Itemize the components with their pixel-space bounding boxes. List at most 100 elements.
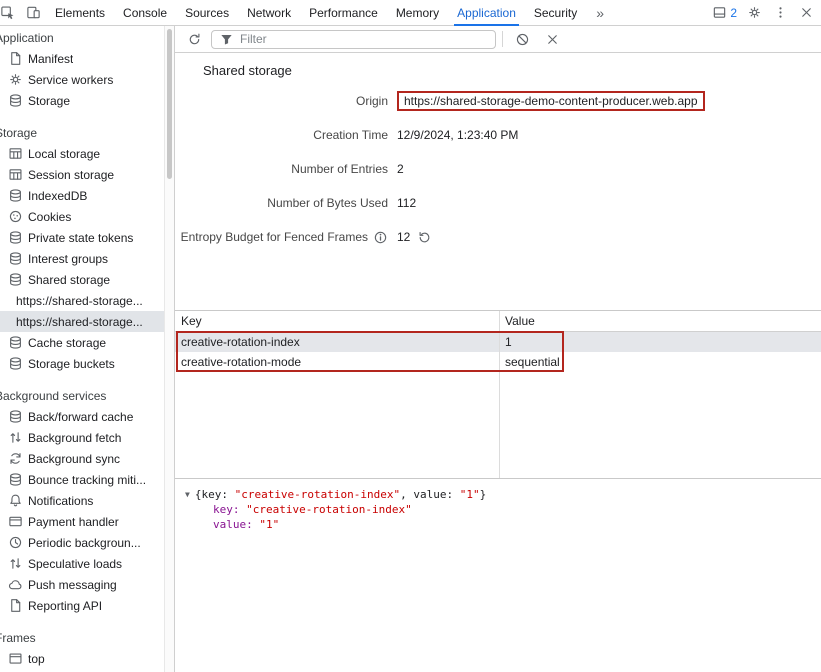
card-icon [7, 514, 23, 530]
sidebar-item-storage-buckets[interactable]: Storage buckets [0, 353, 164, 374]
document-icon [7, 598, 23, 614]
tab-elements[interactable]: Elements [46, 0, 114, 25]
sidebar-item-label: Reporting API [28, 599, 102, 613]
field-label: Creation Time [175, 128, 388, 142]
column-resize-divider[interactable] [499, 311, 500, 478]
sidebar-item-local-storage[interactable]: Local storage [0, 143, 164, 164]
sidebar-item-interest-groups[interactable]: Interest groups [0, 248, 164, 269]
database-icon [7, 272, 23, 288]
sidebar-section-application: Application [0, 28, 164, 48]
scrollbar-thumb[interactable] [167, 29, 172, 179]
tab-label: Memory [396, 6, 439, 20]
sidebar-item-background-fetch[interactable]: Background fetch [0, 427, 164, 448]
sync-icon [7, 451, 23, 467]
field-value-text: 2 [397, 162, 404, 176]
cell-value: sequential [499, 352, 821, 372]
sidebar-item-label: Session storage [28, 168, 114, 182]
entries-datagrid: Key Value creative-rotation-index1creati… [175, 310, 821, 478]
sidebar-section-background-services: Background services [0, 386, 164, 406]
field-label-text: Number of Bytes Used [267, 196, 388, 210]
field-value: 2 [397, 162, 404, 176]
grid-row[interactable]: creative-rotation-index1 [175, 332, 821, 352]
sidebar-item-indexeddb[interactable]: IndexedDB [0, 185, 164, 206]
kebab-menu-icon[interactable] [767, 0, 793, 25]
refresh-icon[interactable] [181, 27, 207, 52]
sidebar-item-shared-storage[interactable]: Shared storage [0, 269, 164, 290]
tab-label: Security [534, 6, 577, 20]
sidebar-item-service-workers[interactable]: Service workers [0, 69, 164, 90]
inspect-element-icon[interactable] [0, 0, 20, 25]
reset-icon[interactable] [416, 229, 432, 245]
sidebar-item-https-shared-storage[interactable]: https://shared-storage... [0, 311, 164, 332]
tab-memory[interactable]: Memory [387, 0, 448, 25]
tab-console[interactable]: Console [114, 0, 176, 25]
sidebar-item-cache-storage[interactable]: Cache storage [0, 332, 164, 353]
sidebar-section-storage: Storage [0, 123, 164, 143]
application-sidebar: ApplicationManifestService workersStorag… [0, 26, 164, 672]
sidebar-item-speculative-loads[interactable]: Speculative loads [0, 553, 164, 574]
tab-performance[interactable]: Performance [300, 0, 387, 25]
column-header-key[interactable]: Key [175, 311, 499, 331]
settings-gear-icon[interactable] [741, 0, 767, 25]
device-toolbar-icon[interactable] [20, 0, 46, 25]
sidebar-item-manifest[interactable]: Manifest [0, 48, 164, 69]
sidebar-item-back-forward-cache[interactable]: Back/forward cache [0, 406, 164, 427]
sidebar-item-push-messaging[interactable]: Push messaging [0, 574, 164, 595]
sidebar-item-payment-handler[interactable]: Payment handler [0, 511, 164, 532]
sidebar-item-label: IndexedDB [28, 189, 87, 203]
tab-application[interactable]: Application [448, 0, 525, 25]
field-label: Origin [175, 94, 388, 108]
delete-selected-icon[interactable] [539, 27, 565, 52]
database-icon [7, 230, 23, 246]
tab-label: Application [457, 6, 516, 20]
grid-row[interactable]: creative-rotation-modesequential [175, 352, 821, 372]
sidebar-item-bounce-tracking-miti[interactable]: Bounce tracking miti... [0, 469, 164, 490]
filter-input[interactable]: Filter [211, 30, 496, 49]
more-panels-button[interactable]: » [586, 5, 614, 21]
expander-triangle-icon[interactable]: ▼ [185, 487, 190, 502]
service-worker-icon [7, 72, 23, 88]
tab-network[interactable]: Network [238, 0, 300, 25]
report-field-number-of-entries: Number of Entries2 [175, 159, 821, 179]
sidebar-item-cookies[interactable]: Cookies [0, 206, 164, 227]
cloud-icon [7, 577, 23, 593]
sidebar-item-label: Background fetch [28, 431, 121, 445]
toolbar-separator [502, 31, 503, 47]
sidebar-item-top[interactable]: top [0, 648, 164, 669]
close-devtools-icon[interactable] [793, 0, 819, 25]
entry-preview-pane: ▼{key: "creative-rotation-index", value:… [175, 478, 821, 672]
clear-all-icon[interactable] [509, 27, 535, 52]
panel-toolbar: Filter [175, 26, 821, 53]
database-icon [7, 356, 23, 372]
field-value: 12/9/2024, 1:23:40 PM [397, 128, 518, 142]
sidebar-scrollbar[interactable] [164, 26, 175, 672]
sidebar-item-private-state-tokens[interactable]: Private state tokens [0, 227, 164, 248]
console-drawer-badge[interactable]: 2 [709, 0, 737, 25]
tabbar-right-controls: 2 [709, 0, 821, 25]
sidebar-item-session-storage[interactable]: Session storage [0, 164, 164, 185]
tab-security[interactable]: Security [525, 0, 586, 25]
cookie-icon [7, 209, 23, 225]
sidebar-item-notifications[interactable]: Notifications [0, 490, 164, 511]
field-label: Number of Bytes Used [175, 196, 388, 210]
field-value-text: 12 [397, 230, 410, 244]
sidebar-item-periodic-backgroun[interactable]: Periodic backgroun... [0, 532, 164, 553]
field-value-text: https://shared-storage-demo-content-prod… [397, 91, 705, 111]
cell-value: 1 [499, 332, 821, 352]
property-name: value: [213, 518, 259, 531]
sidebar-item-storage[interactable]: Storage [0, 90, 164, 111]
column-header-value[interactable]: Value [499, 311, 821, 331]
field-label-text: Entropy Budget for Fenced Frames [181, 230, 368, 244]
database-icon [7, 188, 23, 204]
database-icon [7, 335, 23, 351]
filter-placeholder: Filter [240, 32, 267, 46]
info-icon[interactable] [372, 229, 388, 245]
sidebar-item-reporting-api[interactable]: Reporting API [0, 595, 164, 616]
sidebar-item-https-shared-storage[interactable]: https://shared-storage... [0, 290, 164, 311]
tab-label: Performance [309, 6, 378, 20]
tab-sources[interactable]: Sources [176, 0, 238, 25]
document-icon [7, 51, 23, 67]
sidebar-item-background-sync[interactable]: Background sync [0, 448, 164, 469]
drawer-icon [709, 0, 729, 25]
field-value-text: 112 [397, 196, 416, 210]
